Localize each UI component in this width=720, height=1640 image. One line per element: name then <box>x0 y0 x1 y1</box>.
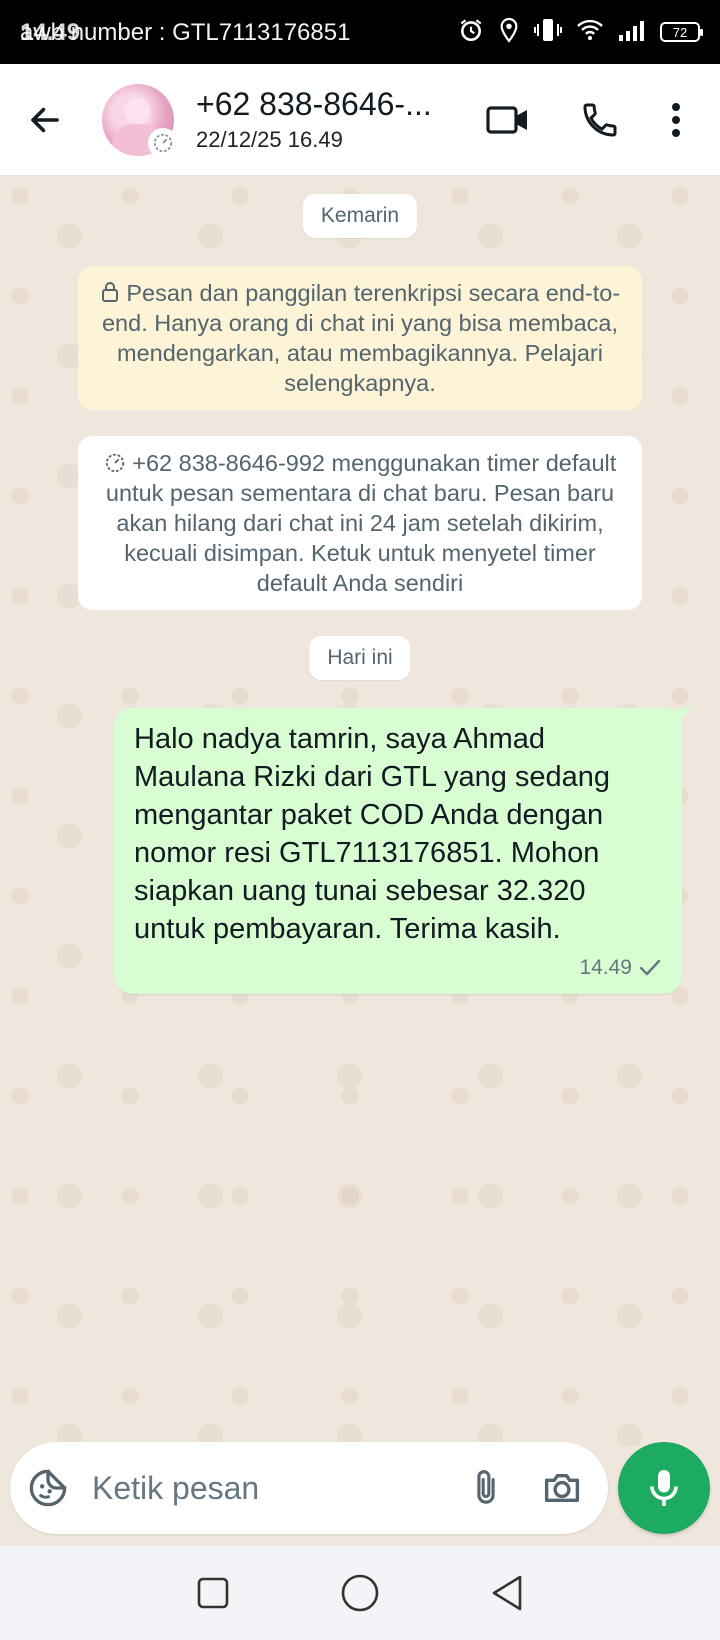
attach-button[interactable] <box>448 1442 524 1534</box>
microphone-icon <box>650 1470 678 1506</box>
header-actions <box>462 64 720 176</box>
sticker-button[interactable] <box>10 1442 86 1534</box>
message-composer <box>10 1442 608 1534</box>
square-icon <box>198 1577 229 1609</box>
single-check-icon <box>639 959 661 976</box>
disappearing-timer-icon <box>148 127 178 158</box>
message-text: Halo nadya tamrin, saya Ahmad Maulana Ri… <box>134 723 611 945</box>
location-icon <box>498 17 520 48</box>
status-left: 14.49 awb number : GTL7113176851 <box>20 12 440 52</box>
more-options-button[interactable] <box>646 64 706 176</box>
phone-icon <box>583 103 617 137</box>
message-meta: 14.49 <box>134 956 662 980</box>
status-icons: 72 <box>458 17 703 48</box>
sticker-icon <box>29 1469 67 1507</box>
camera-icon <box>544 1474 580 1502</box>
back-nav-button[interactable] <box>467 1553 547 1633</box>
voice-message-button[interactable] <box>618 1442 710 1534</box>
system-nav-bar <box>0 1546 720 1640</box>
outgoing-message[interactable]: Halo nadya tamrin, saya Ahmad Maulana Ri… <box>114 708 692 994</box>
chat-header: +62 838-8646-... 22/12/25 16.49 <box>0 64 720 176</box>
message-time: 14.49 <box>579 956 632 979</box>
status-notification-text: awb number : GTL7113176851 <box>20 19 351 46</box>
timer-notice-text: +62 838-8646-992 menggunakan timer defau… <box>105 450 617 596</box>
vibrate-icon <box>534 17 562 48</box>
home-button[interactable] <box>320 1553 400 1633</box>
kebab-menu-icon <box>672 102 680 137</box>
alarm-icon <box>458 17 484 48</box>
voice-call-button[interactable] <box>554 64 646 176</box>
last-seen: 22/12/25 16.49 <box>196 127 343 152</box>
disappearing-timer-notice[interactable]: +62 838-8646-992 menggunakan timer defau… <box>78 436 642 610</box>
message-input[interactable] <box>92 1469 422 1507</box>
status-bar: 14.49 awb number : GTL7113176851 72 <box>0 0 720 64</box>
contact-name: +62 838-8646-... <box>196 86 432 122</box>
chat-area[interactable]: Kemarin Pesan dan panggilan terenkripsi … <box>0 176 720 1446</box>
encryption-notice[interactable]: Pesan dan panggilan terenkripsi secara e… <box>78 266 642 410</box>
wifi-icon <box>576 18 604 47</box>
paperclip-icon <box>477 1470 495 1504</box>
timer-icon <box>105 453 124 473</box>
contact-avatar[interactable] <box>102 83 178 158</box>
date-divider-yesterday: Kemarin <box>302 194 418 238</box>
video-call-button[interactable] <box>462 64 554 176</box>
arrow-left-icon <box>31 107 59 132</box>
lock-icon <box>101 282 118 302</box>
triangle-back-icon <box>492 1575 521 1611</box>
camera-button[interactable] <box>524 1442 600 1534</box>
contact-info[interactable]: +62 838-8646-... 22/12/25 16.49 <box>196 86 436 153</box>
date-divider-today: Hari ini <box>309 636 411 680</box>
circle-icon <box>341 1574 379 1612</box>
signal-icon <box>618 19 646 46</box>
video-camera-icon <box>486 105 527 134</box>
recents-button[interactable] <box>173 1553 253 1633</box>
battery-icon: 72 <box>660 22 703 42</box>
back-button[interactable] <box>0 64 90 176</box>
encryption-notice-text: Pesan dan panggilan terenkripsi secara e… <box>101 280 621 396</box>
